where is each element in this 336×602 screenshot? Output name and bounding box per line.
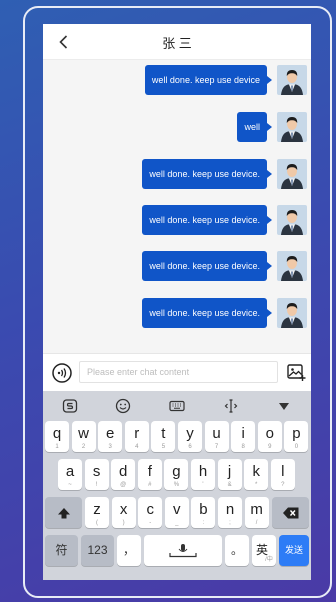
avatar[interactable] (277, 65, 307, 95)
soft-keyboard: q1 w2 e3 r4 t5 y6 u7 i8 o9 p0 a ~ s! d @ f… (43, 391, 311, 580)
key-e[interactable]: e3 (98, 421, 123, 452)
person-icon (277, 65, 307, 95)
keyboard-row-3: z( x) c- v _ b: n; m / (43, 497, 311, 529)
message-bubble[interactable]: well (237, 112, 272, 142)
person-icon (277, 251, 307, 281)
chat-input[interactable] (79, 361, 278, 383)
key-j[interactable]: j & (217, 459, 242, 490)
key-h[interactable]: h ' (191, 459, 215, 490)
key-y[interactable]: y6 (178, 421, 202, 452)
keyboard-row-2: a ~ s! d @ f # g% h ' j & k * l? (43, 459, 311, 491)
message-bubble[interactable]: well done. keep use device. (142, 205, 272, 235)
key-o[interactable]: o9 (257, 421, 282, 452)
key-r[interactable]: r4 (124, 421, 149, 452)
key-p[interactable]: p0 (284, 421, 309, 452)
key-a[interactable]: a ~ (58, 459, 82, 490)
page-title: 张 三 (162, 36, 192, 51)
shift-key[interactable] (45, 497, 82, 528)
person-icon (277, 112, 307, 142)
microphone-icon (169, 544, 197, 558)
message-bubble[interactable]: well done. keep use device. (142, 298, 272, 328)
key-z[interactable]: z( (85, 497, 109, 528)
key-b[interactable]: b: (191, 497, 216, 528)
avatar[interactable] (277, 112, 307, 142)
message-row: well done. keep use device. (142, 204, 307, 236)
key-v[interactable]: v _ (164, 497, 189, 528)
key-k[interactable]: k * (244, 459, 269, 490)
key-s[interactable]: s! (84, 459, 109, 490)
chat-input-bar (43, 353, 311, 391)
backspace-key[interactable] (272, 497, 309, 528)
key-x[interactable]: x) (111, 497, 136, 528)
collapse-keyboard-icon[interactable] (275, 397, 293, 415)
key-m[interactable]: m / (244, 497, 269, 528)
key-t[interactable]: t5 (151, 421, 176, 452)
keyboard-row-4: 符 123 ， 。 英 /中 发送 (43, 535, 311, 567)
numbers-key[interactable]: 123 (81, 535, 114, 566)
key-c[interactable]: c- (138, 497, 163, 528)
message-row: well done. keep use device. (142, 250, 307, 282)
message-row: well done. keep use device (144, 64, 307, 96)
avatar[interactable] (277, 251, 307, 281)
chat-header: 张 三 (43, 24, 311, 60)
key-d[interactable]: d @ (111, 459, 136, 490)
backspace-icon (282, 507, 298, 518)
person-icon (277, 298, 307, 328)
key-l[interactable]: l? (270, 459, 295, 490)
key-u[interactable]: u7 (204, 421, 229, 452)
key-i[interactable]: i8 (231, 421, 256, 452)
keyboard-icon[interactable] (168, 397, 186, 415)
sogou-logo-icon[interactable] (61, 397, 79, 415)
image-add-icon[interactable] (286, 362, 306, 382)
language-sub-label: /中 (265, 557, 273, 563)
message-row: well done. keep use device. (142, 297, 307, 329)
key-f[interactable]: f # (137, 459, 162, 490)
key-w[interactable]: w2 (71, 421, 96, 452)
avatar[interactable] (277, 205, 307, 235)
chat-screen: 张 三 well done. keep use device well well… (43, 24, 311, 580)
shift-icon (57, 507, 70, 518)
message-bubble[interactable]: well done. keep use device. (142, 159, 272, 189)
key-n[interactable]: n; (218, 497, 242, 528)
keyboard-row-1: q1 w2 e3 r4 t5 y6 u7 i8 o9 p0 (43, 421, 311, 453)
message-row: well done. keep use device. (142, 158, 307, 190)
period-key[interactable]: 。 (225, 535, 249, 566)
voice-icon[interactable] (52, 363, 72, 383)
avatar[interactable] (277, 159, 307, 189)
key-g[interactable]: g% (164, 459, 189, 490)
avatar[interactable] (277, 298, 307, 328)
keyboard-toolbar (43, 391, 311, 421)
space-key[interactable] (144, 535, 222, 566)
language-switch-key[interactable]: 英 /中 (252, 535, 276, 566)
person-icon (277, 205, 307, 235)
message-list[interactable]: well done. keep use device well well don… (43, 61, 311, 353)
message-bubble[interactable]: well done. keep use device (144, 65, 273, 95)
person-icon (277, 159, 307, 189)
message-bubble[interactable]: well done. keep use device. (142, 251, 272, 281)
symbols-key[interactable]: 符 (45, 535, 78, 566)
emoji-icon[interactable] (114, 397, 132, 415)
send-button[interactable]: 发送 (279, 535, 309, 566)
cursor-move-icon[interactable] (222, 397, 240, 415)
key-q[interactable]: q1 (45, 421, 69, 452)
comma-key[interactable]: ， (117, 535, 141, 566)
message-row: well (237, 111, 307, 143)
